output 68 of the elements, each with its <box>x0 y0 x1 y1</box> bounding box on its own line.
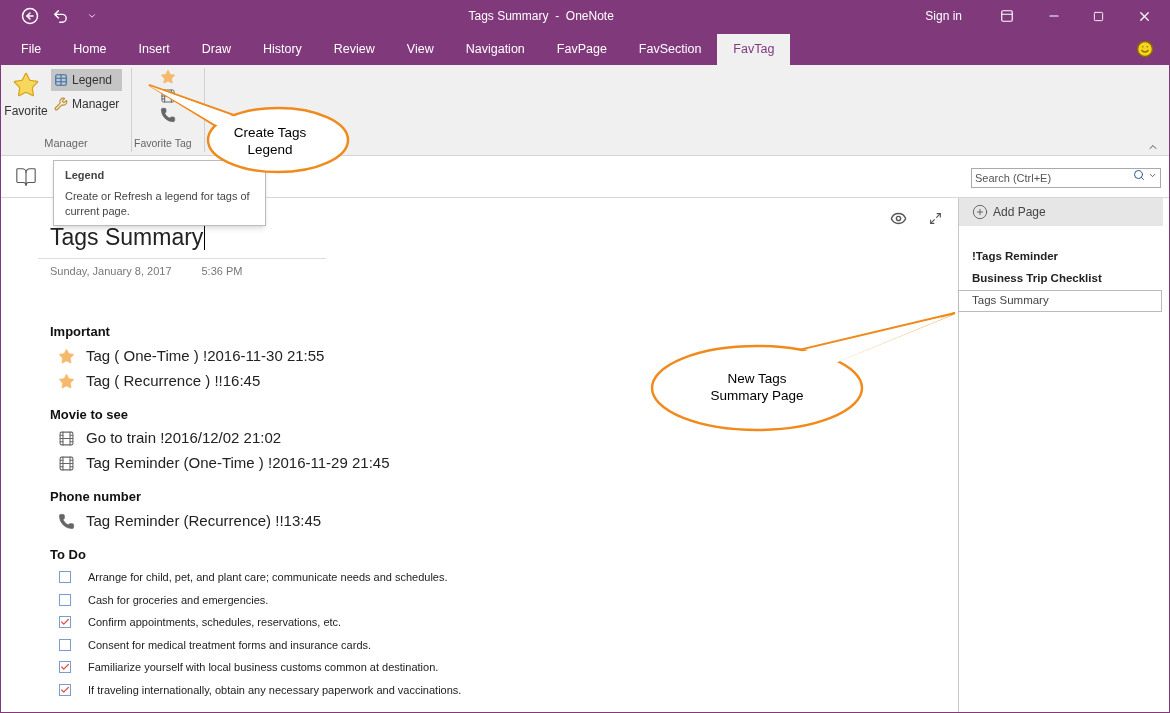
tooltip-text: Create or Refresh a legend for tags of current page. <box>65 188 251 219</box>
search-field[interactable]: Search (Ctrl+E) <box>971 167 1161 188</box>
ribbon-tab[interactable]: FavPage <box>540 34 623 66</box>
maximize-icon[interactable] <box>1093 10 1104 22</box>
group-label: Favorite Tag <box>134 135 192 151</box>
ribbon-tab[interactable]: View <box>390 34 450 66</box>
search-icon[interactable] <box>1133 168 1145 181</box>
checkbox[interactable] <box>59 683 71 696</box>
phone-icon <box>58 512 75 530</box>
checkbox[interactable] <box>59 638 71 651</box>
window-title: Tags Summary - OneNote <box>468 8 614 26</box>
callout-text: Create Tags Legend <box>232 124 308 158</box>
film-icon <box>58 455 75 472</box>
checkbox[interactable] <box>59 616 71 629</box>
ribbon-small-button[interactable]: Legend <box>51 69 123 92</box>
checkbox[interactable] <box>59 661 71 674</box>
todo-text: Familiarize yourself with local business customs common at destination. <box>88 660 439 675</box>
table-icon <box>54 73 68 88</box>
expand-icon[interactable] <box>929 212 942 225</box>
notebook-icon[interactable] <box>15 165 37 188</box>
ribbon-tab[interactable]: FavTag <box>717 34 791 66</box>
section-heading: Phone number <box>50 488 141 506</box>
page-list-item[interactable]: Business Trip Checklist <box>959 268 1163 290</box>
phone-icon <box>160 107 176 124</box>
todo-text: Confirm appointments, schedules, reservations, etc. <box>88 615 342 630</box>
group-label: Manager <box>44 135 88 151</box>
ribbon-display-icon[interactable] <box>1000 9 1014 24</box>
star-icon <box>58 372 75 390</box>
checkbox[interactable] <box>59 593 71 606</box>
page-list-item[interactable]: !Tags Reminder <box>959 246 1163 268</box>
section-heading: Movie to see <box>50 405 129 424</box>
ribbon-tab[interactable]: File <box>5 34 58 66</box>
add-page-button[interactable]: Add Page <box>959 198 1163 226</box>
tag-item-text: Tag Reminder (One-Time ) !2016-11-29 21:45 <box>86 453 390 474</box>
ribbon-small-button[interactable]: Manager <box>51 93 123 116</box>
page-time: 5:36 PM <box>201 263 243 279</box>
todo-text: Cash for groceries and emergencies. <box>88 592 269 608</box>
checkbox[interactable] <box>59 571 71 584</box>
star-icon <box>160 69 176 86</box>
ribbon-tab[interactable]: Navigation <box>449 34 541 66</box>
ribbon-tab[interactable]: Home <box>57 34 123 66</box>
film-icon <box>58 430 75 447</box>
back-icon[interactable] <box>21 7 39 26</box>
callout-text: New Tags Summary Page <box>709 370 805 404</box>
todo-text: Consent for medical treatment forms and insurance cards. <box>88 637 372 653</box>
ribbon-tab[interactable]: Draw <box>185 34 247 66</box>
page-date: Sunday, January 8, 2017 <box>50 263 172 279</box>
tag-item-text: Tag ( Recurrence ) !!16:45 <box>86 370 261 391</box>
ribbon-tab[interactable]: History <box>246 34 318 66</box>
favorite-button[interactable]: Favorite <box>1 69 51 135</box>
tag-item-text: Tag Reminder (Recurrence) !!13:45 <box>86 510 322 531</box>
plus-icon <box>972 204 988 220</box>
todo-text: If traveling internationally, obtain any necessary paperwork and vaccinations. <box>88 682 462 698</box>
smiley-icon[interactable] <box>1136 40 1154 59</box>
tag-item-text: Go to train !2016/12/02 21:02 <box>86 428 282 449</box>
ribbon-tab[interactable]: Review <box>317 34 391 66</box>
section-heading: Important <box>50 323 110 341</box>
star-icon <box>58 347 75 365</box>
page-list-item[interactable]: Tags Summary <box>958 290 1162 312</box>
tag-item-text: Tag ( One-Time ) !2016-11-30 21:55 <box>86 345 325 366</box>
sign-in-link[interactable]: Sign in <box>925 7 962 26</box>
section-heading: To Do <box>50 545 86 564</box>
ribbon-tab[interactable]: FavSection <box>622 34 718 66</box>
undo-icon[interactable] <box>52 7 69 25</box>
tooltip-title: Legend <box>65 168 106 183</box>
ribbon-tab[interactable]: Insert <box>122 34 186 66</box>
wrench-icon <box>54 97 68 112</box>
todo-text: Arrange for child, pet, and plant care; communicate needs and schedules. <box>88 570 448 585</box>
